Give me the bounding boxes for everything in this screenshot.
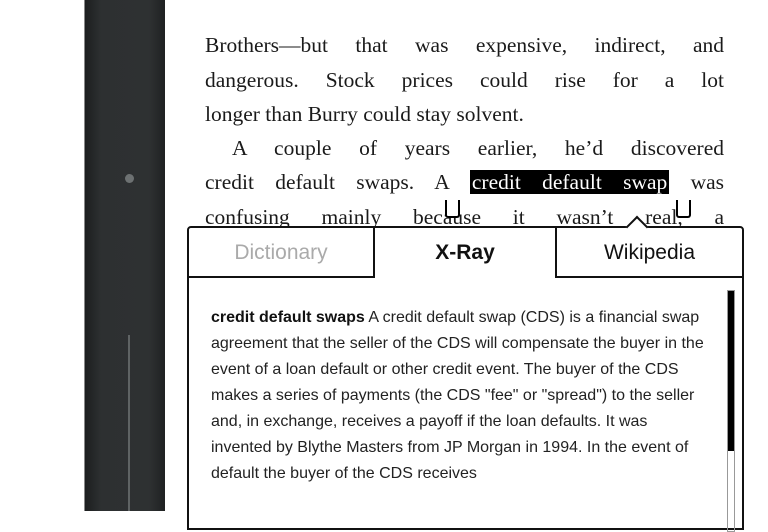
text: credit default swaps. A (205, 170, 470, 194)
text-line: Brothers—but that was expensive, indirec… (205, 33, 724, 57)
xray-content: credit default swaps A credit default sw… (211, 305, 711, 487)
text-line: A couple of years earlier, he’d discover… (232, 136, 724, 160)
selected-text[interactable]: credit default swap (469, 170, 670, 194)
text: was (669, 170, 725, 194)
page-turn-bar (128, 335, 130, 511)
selection-start-handle[interactable] (445, 200, 460, 218)
selection-end-handle[interactable] (676, 200, 691, 218)
text-line: credit default swaps. A credit default s… (205, 165, 724, 199)
text-line: dangerous. Stock prices could rise for a… (205, 68, 724, 92)
tab-x-ray[interactable]: X-Ray (375, 228, 555, 278)
scrollbar-thumb[interactable] (728, 291, 734, 451)
tab-wikipedia[interactable]: Wikipedia (555, 228, 742, 278)
definition: A credit default swap (CDS) is a financi… (211, 309, 704, 482)
device-bezel (84, 0, 165, 511)
lookup-popup: Dictionary X-Ray Wikipedia credit defaul… (187, 215, 744, 532)
tab-dictionary[interactable]: Dictionary (189, 228, 375, 278)
light-sensor-dot (125, 174, 134, 183)
term: credit default swaps (211, 309, 365, 326)
scrollbar[interactable] (727, 290, 735, 532)
text-line: longer than Burry could stay solvent. (205, 102, 524, 126)
